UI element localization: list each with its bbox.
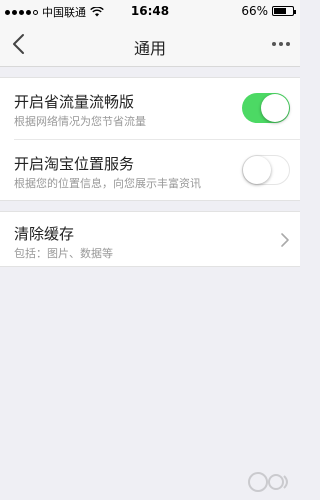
clear-cache-title: 清除缓存 bbox=[14, 225, 75, 243]
page-title: 通用 bbox=[133, 39, 166, 58]
setting-title: 开启省流量流畅版 bbox=[14, 93, 135, 111]
settings-group: 开启省流量流畅版 根据网络情况为您节省流量 开启淘宝位置服务 根据您的位置信息，… bbox=[0, 77, 300, 201]
setting-subtitle: 根据网络情况为您节省流量 bbox=[14, 115, 146, 128]
battery-icon bbox=[272, 6, 296, 16]
setting-subtitle: 根据您的位置信息，向您展示丰富资讯 bbox=[14, 177, 201, 190]
nav-bar: 通用 bbox=[0, 22, 300, 67]
status-right: 66% bbox=[241, 4, 296, 18]
chevron-right-icon bbox=[281, 233, 289, 247]
toggle-knob bbox=[261, 94, 289, 122]
cache-group: 清除缓存 包括：图片、数据等 bbox=[0, 211, 300, 267]
battery-percent: 66% bbox=[241, 4, 268, 18]
battery-fill bbox=[274, 8, 286, 14]
status-bar: 中国联通 16:48 66% bbox=[0, 0, 300, 22]
setting-title: 开启淘宝位置服务 bbox=[14, 155, 135, 173]
toggle-knob bbox=[243, 156, 271, 184]
clear-cache-row[interactable]: 清除缓存 包括：图片、数据等 bbox=[0, 212, 300, 268]
watermark-logo bbox=[248, 472, 288, 492]
clear-cache-subtitle: 包括：图片、数据等 bbox=[14, 247, 113, 260]
more-dots-icon[interactable] bbox=[272, 42, 290, 46]
setting-row-location: 开启淘宝位置服务 根据您的位置信息，向您展示丰富资讯 bbox=[0, 140, 300, 202]
location-service-toggle[interactable] bbox=[242, 155, 290, 185]
setting-row-data-saver: 开启省流量流畅版 根据网络情况为您节省流量 bbox=[0, 78, 300, 140]
data-saver-toggle[interactable] bbox=[242, 93, 290, 123]
